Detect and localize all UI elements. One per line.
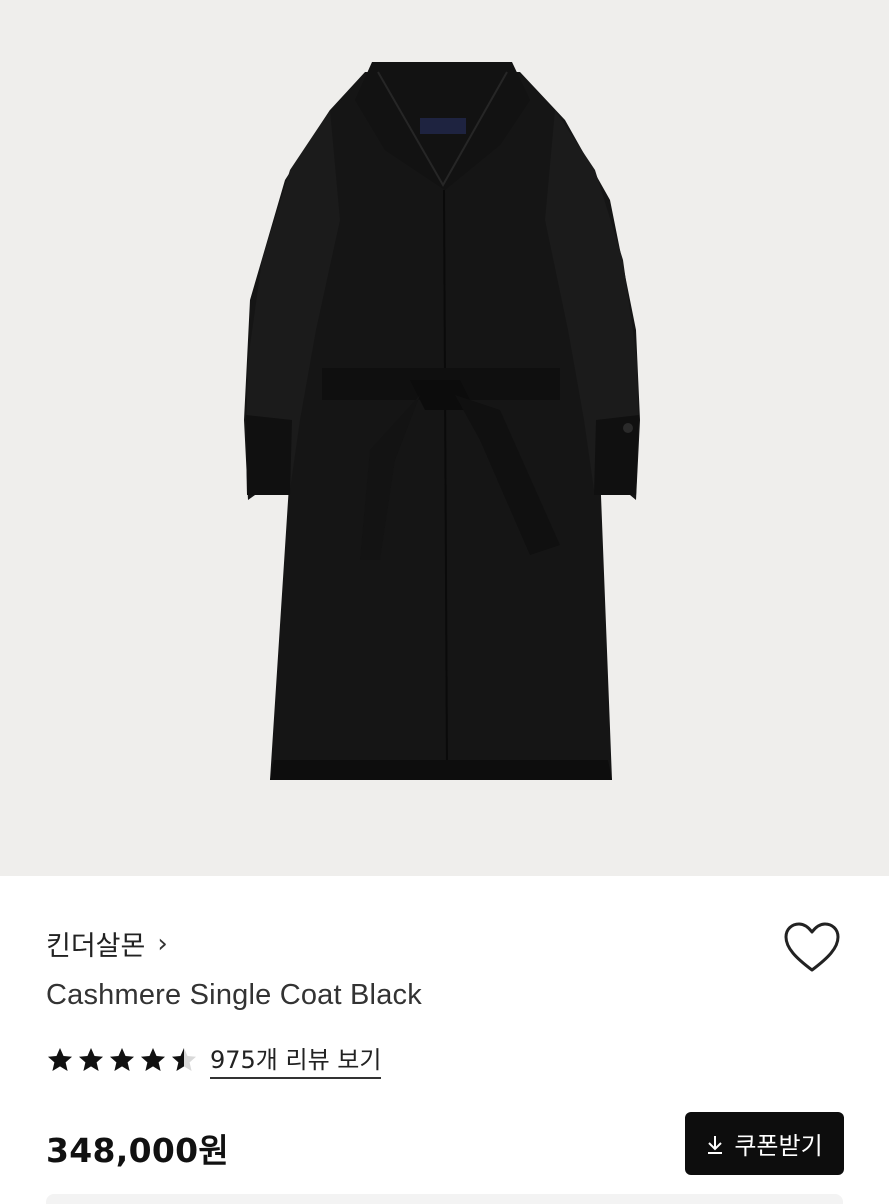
download-icon [706,1134,724,1154]
review-link[interactable]: 975개 리뷰 보기 [210,1040,382,1079]
chevron-right-icon: › [157,928,168,959]
star-icon [79,1047,103,1071]
product-title: Cashmere Single Coat Black [46,979,422,1011]
coupon-button-label: 쿠폰받기 [734,1132,823,1160]
product-image[interactable] [0,0,889,876]
rating-stars [46,1046,198,1074]
brand-link[interactable]: 킨더살몬 › [46,924,168,963]
product-price: 348,000원 [46,1131,230,1170]
rating-row: 975개 리뷰 보기 [46,1040,382,1079]
star-icon [48,1047,72,1071]
star-icon [110,1047,134,1071]
coupon-button[interactable]: 쿠폰받기 [685,1112,844,1175]
star-icon [141,1047,165,1071]
product-info: 킨더살몬 › Cashmere Single Coat Black 975개 리… [0,876,889,1204]
brand-name: 킨더살몬 [46,931,146,962]
bottom-sheet-edge [46,1194,843,1204]
heart-outline-icon[interactable] [782,920,842,976]
coat-illustration [244,62,640,780]
star-icon [172,1047,196,1071]
